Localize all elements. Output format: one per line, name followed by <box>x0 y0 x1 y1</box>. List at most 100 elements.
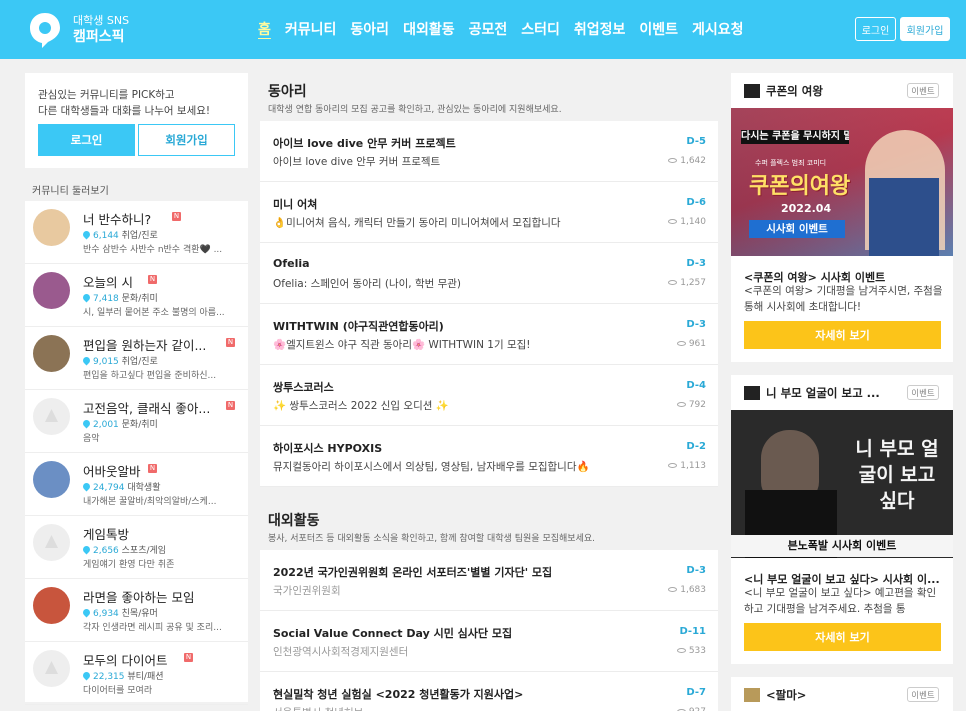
nav-activities[interactable]: 대외활동 <box>403 19 455 39</box>
d-day-badge: D-11 <box>679 626 706 637</box>
sidebar-signup-button[interactable]: 회원가입 <box>138 124 235 156</box>
location-pin-icon <box>81 418 92 429</box>
member-count: 6,934 <box>93 609 119 619</box>
event-thumb-icon <box>744 84 760 98</box>
event-detail-button[interactable]: 자세히 보기 <box>744 623 941 651</box>
post-item[interactable]: 쌍투스코러스 ✨ 쌍투스코러스 2022 신입 오디션 ✨ D-4 792 <box>260 365 718 426</box>
nav-request[interactable]: 게시요청 <box>692 19 744 39</box>
community-item[interactable]: 편입을 원하는자 같이... N 9,015 취업/진로 편입을 하고싶다 편입을 준… <box>25 327 248 390</box>
community-item[interactable]: 오늘의 시 N 7,418 문화/취미 시, 일부러 뭍어본 주소 불명의 아름... <box>25 264 248 327</box>
event-poster-image[interactable]: 다시는 쿠폰을 무시하지 말라! 수퍼 플렉스 범죄 코미디 쿠폰의여왕 202… <box>731 108 953 256</box>
community-category: 문화/취미 <box>121 420 158 430</box>
location-pin-icon <box>81 355 92 366</box>
nav-events[interactable]: 이벤트 <box>639 19 678 39</box>
nav-clubs[interactable]: 동아리 <box>350 19 389 39</box>
nav-contests[interactable]: 공모전 <box>469 19 508 39</box>
d-day-badge: D-2 <box>686 441 706 452</box>
community-item[interactable]: 너 반수하니? N 6,144 취업/진로 반수 삼반수 사반수 n반수 격환🖤 ..… <box>25 201 248 264</box>
community-avatar <box>33 398 70 435</box>
nav-community[interactable]: 커뮤니티 <box>285 19 337 39</box>
community-item[interactable]: 고전음악, 클래식 좋아... N 2,001 문화/취미 음악 <box>25 390 248 453</box>
community-meta: 2,656 스포츠/게임 <box>81 543 167 556</box>
eye-icon <box>668 280 678 285</box>
event-desc: <쿠폰의 여왕> 기대평을 남겨주시면, 주첨을 통해 시사회에 초대합니다! <box>744 285 943 313</box>
login-box: 관심있는 커뮤니티를 PICK하고 다른 대학생들과 대화를 나누어 보세요! … <box>25 73 248 168</box>
post-subtitle: 뮤지컬동아리 하이포시스에서 의상팀, 영상팀, 남자배우를 모집합니다🔥 <box>273 461 590 473</box>
event-poster-image[interactable]: 니 부모 얼굴이 보고싶다 븐노폭발 시사회 이벤트 <box>731 410 953 558</box>
eye-icon <box>668 219 678 224</box>
poster-title: 쿠폰의여왕 <box>749 174 851 199</box>
community-category: 취업/진로 <box>121 357 158 367</box>
post-item[interactable]: 현실밀착 청년 실험실 <2022 청년활동가 지원사업> 서울특별시 청년허브 D… <box>260 672 718 711</box>
poster-event-tag: 시사회 이벤트 <box>749 220 845 238</box>
post-title: 아이브 love dive 안무 커버 프로젝트 <box>273 137 456 150</box>
community-avatar <box>33 461 70 498</box>
nav-jobs[interactable]: 취업정보 <box>574 19 626 39</box>
community-item[interactable]: 게임톡방 2,656 스포츠/게임게임얘기 환영 다만 취존 <box>25 516 248 579</box>
post-item[interactable]: WITHTWIN (야구직관연합동아리) 🌸엘지트윈스 야구 직관 동아리🌸 WI… <box>260 304 718 365</box>
eye-icon <box>676 402 686 407</box>
location-pin-icon <box>81 544 92 555</box>
community-category: 문화/취미 <box>121 294 158 304</box>
header-signup-button[interactable]: 회원가입 <box>900 17 950 41</box>
campuspick-logo-icon[interactable] <box>28 11 62 49</box>
community-item[interactable]: 어바웃알바 N 24,794 대학생활 내가해본 꿀알바/최악의알바/스케... <box>25 453 248 516</box>
post-item[interactable]: 미니 어쳐 👌미니어쳐 음식, 캐릭터 만들기 동아리 미니어쳐에서 모집합니다 D… <box>260 182 718 243</box>
post-item[interactable]: 2022년 국가인권위원회 온라인 서포터즈'별별 기자단' 모집 국가인권위원회… <box>260 550 718 611</box>
community-avatar <box>33 524 70 561</box>
event-card-header[interactable]: 니 부모 얼굴이 보고 ... <box>766 385 880 401</box>
event-detail-button[interactable]: 자세히 보기 <box>744 321 941 349</box>
poster-date: 2022.04 <box>781 202 832 215</box>
community-desc: 게임얘기 환영 다만 취존 <box>83 560 175 570</box>
view-count-value: 961 <box>688 339 706 349</box>
new-badge: N <box>148 464 157 473</box>
community-meta: 24,794 대학생활 <box>81 480 161 493</box>
new-badge: N <box>172 212 181 221</box>
event-tag: 이벤트 <box>907 83 939 98</box>
community-meta: 9,015 취업/진로 <box>81 354 158 367</box>
post-item[interactable]: Social Value Connect Day 시민 심사단 모집 인천광역시사… <box>260 611 718 672</box>
nav-home[interactable]: 홈 <box>258 19 271 39</box>
top-header: 대학생 SNS 캠퍼스픽 홈 커뮤니티 동아리 대외활동 공모전 스터디 취업정… <box>0 0 966 59</box>
community-name: 라면을 좋아하는 모임 <box>83 590 195 605</box>
community-desc: 내가해본 꿀알바/최악의알바/스케... <box>83 497 217 507</box>
header-login-button[interactable]: 로그인 <box>855 17 896 41</box>
location-pin-icon <box>81 607 92 618</box>
event-card-header[interactable]: 쿠폰의 여왕 <box>766 83 823 99</box>
community-desc: 시, 일부러 뭍어본 주소 불명의 아름... <box>83 308 225 318</box>
clubs-section-title[interactable]: 동아리 <box>268 81 307 101</box>
event-card: 니 부모 얼굴이 보고 ... 이벤트 니 부모 얼굴이 보고싶다 븐노폭발 시… <box>731 375 953 664</box>
view-count-value: 1,113 <box>680 461 706 471</box>
view-count-value: 1,642 <box>680 156 706 166</box>
activities-section-desc: 봉사, 서포터즈 등 대외활동 소식을 확인하고, 함께 참여할 대학생 팀원을… <box>268 534 595 544</box>
post-item[interactable]: 아이브 love dive 안무 커버 프로젝트아이브 love dive 안무… <box>260 121 718 182</box>
member-count: 24,794 <box>93 483 125 493</box>
community-item[interactable]: 모두의 다이어트 N 22,315 뷰티/패션 다이어터를 모여라 <box>25 642 248 705</box>
community-avatar <box>33 335 70 372</box>
sidebar-login-button[interactable]: 로그인 <box>38 124 135 156</box>
post-subtitle: 아이브 love dive 안무 커버 프로젝트 <box>273 156 441 168</box>
nav-study[interactable]: 스터디 <box>521 19 560 39</box>
view-count: 533 <box>676 646 706 656</box>
post-title: Ofelia <box>273 257 310 270</box>
community-name: 게임톡방 <box>83 527 130 542</box>
d-day-badge: D-3 <box>686 565 706 576</box>
post-item[interactable]: Ofelia Ofelia: 스페인어 동아리 (나이, 학번 무관) D-3 1,2… <box>260 243 718 304</box>
community-category: 스포츠/게임 <box>121 546 167 556</box>
activities-section-title[interactable]: 대외활동 <box>268 510 320 530</box>
post-item[interactable]: 하이포시스 HYPOXIS 뮤지컬동아리 하이포시스에서 의상팀, 영상팀, 남자… <box>260 426 718 487</box>
post-title: 현실밀착 청년 실험실 <2022 청년활동가 지원사업> <box>273 688 524 701</box>
event-card-header[interactable]: <팔마> <box>766 687 806 703</box>
eye-icon <box>676 341 686 346</box>
poster-small-text: 수퍼 플렉스 범죄 코미디 <box>755 159 827 167</box>
community-item[interactable]: 라면을 좋아하는 모임 6,934 친목/유머 각자 인생라면 레시피 공유 및 조… <box>25 579 248 642</box>
post-subtitle: 🌸엘지트윈스 야구 직관 동아리🌸 WITHTWIN 1기 모집! <box>273 339 531 351</box>
community-avatar <box>33 587 70 624</box>
location-pin-icon <box>81 670 92 681</box>
community-category: 취업/진로 <box>121 231 158 241</box>
community-category: 뷰티/패션 <box>127 672 164 682</box>
view-count-value: 792 <box>688 400 706 410</box>
post-subtitle: 👌미니어쳐 음식, 캐릭터 만들기 동아리 미니어쳐에서 모집합니다 <box>273 217 561 229</box>
brand-name[interactable]: 캠퍼스픽 <box>73 26 125 46</box>
member-count: 9,015 <box>93 357 119 367</box>
